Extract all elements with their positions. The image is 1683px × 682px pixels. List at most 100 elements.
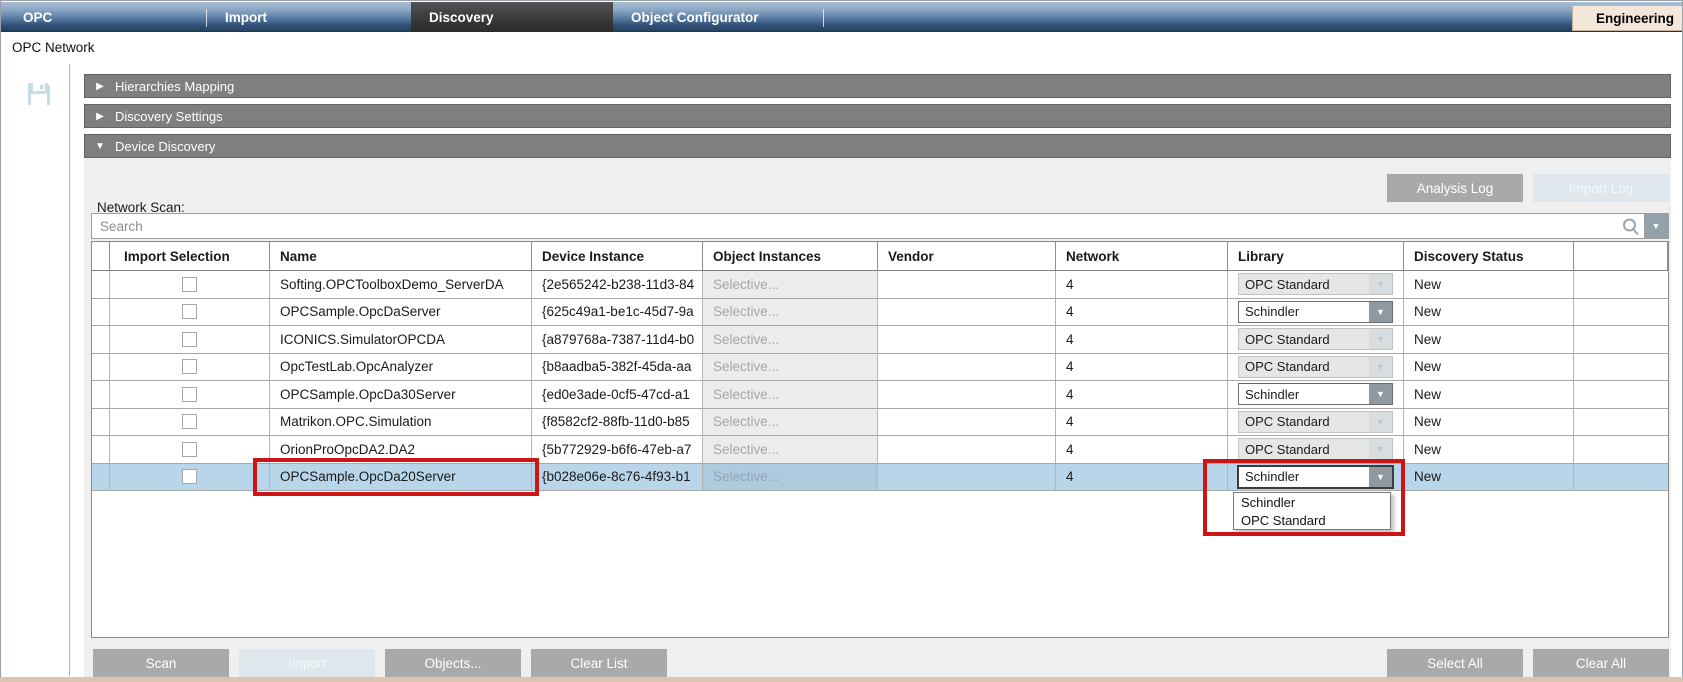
section-label: Hierarchies Mapping	[115, 79, 234, 94]
discovery-status-cell: New	[1404, 354, 1574, 381]
table-row[interactable]: OPCSample.OpcDa20Server{b028e06e-8c76-4f…	[92, 464, 1668, 492]
column-header-empty	[1574, 242, 1668, 270]
tab-object-configurator[interactable]: Object Configurator	[613, 2, 823, 32]
discovery-status-cell: New	[1404, 436, 1574, 463]
import-selection-checkbox[interactable]	[182, 359, 197, 374]
section-hierarchies-mapping[interactable]: ▶ Hierarchies Mapping	[84, 74, 1671, 98]
library-dropdown-option[interactable]: OPC Standard	[1234, 511, 1390, 529]
chevron-down-icon[interactable]: ▼	[1369, 302, 1392, 322]
table-row[interactable]: OPCSample.OpcDaServer{625c49a1-be1c-45d7…	[92, 299, 1668, 327]
object-instances-cell[interactable]: Selective...	[703, 381, 878, 408]
table-row[interactable]: OPCSample.OpcDa30Server{ed0e3ade-0cf5-47…	[92, 381, 1668, 409]
import-selection-cell	[110, 409, 270, 436]
save-button[interactable]	[24, 79, 56, 111]
table-row[interactable]: Softing.OPCToolboxDemo_ServerDA{2e565242…	[92, 271, 1668, 299]
import-selection-checkbox[interactable]	[182, 387, 197, 402]
column-header-vendor[interactable]: Vendor	[878, 242, 1056, 270]
object-instances-cell[interactable]: Selective...	[703, 271, 878, 298]
table-row[interactable]: OrionProOpcDA2.DA2{5b772929-b6f6-47eb-a7…	[92, 436, 1668, 464]
library-combobox[interactable]: OPC Standard▼	[1238, 411, 1393, 433]
object-instances-cell[interactable]: Selective...	[703, 299, 878, 326]
object-instances-cell[interactable]: Selective...	[703, 436, 878, 463]
import-selection-cell	[110, 271, 270, 298]
library-dropdown-option[interactable]: Schindler	[1234, 493, 1390, 511]
object-instances-cell[interactable]: Selective...	[703, 354, 878, 381]
tab-discovery[interactable]: Discovery	[411, 2, 613, 32]
page-title-row: OPC Network	[1, 32, 1682, 64]
column-header-network[interactable]: Network	[1056, 242, 1228, 270]
tab-opc[interactable]: OPC	[1, 2, 206, 32]
device-instance-cell: {ed0e3ade-0cf5-47cd-a1	[532, 381, 703, 408]
import-selection-checkbox[interactable]	[182, 469, 197, 484]
object-instances-cell[interactable]: Selective...	[703, 326, 878, 353]
empty-cell	[1574, 271, 1668, 298]
column-header-object-instances[interactable]: Object Instances	[703, 242, 878, 270]
column-header-name[interactable]: Name	[270, 242, 532, 270]
column-header-library[interactable]: Library	[1228, 242, 1404, 270]
clear-list-button[interactable]: Clear List	[531, 649, 667, 677]
import-selection-checkbox[interactable]	[182, 332, 197, 347]
chevron-down-icon[interactable]: ▼	[1369, 439, 1392, 459]
import-selection-cell	[110, 354, 270, 381]
empty-cell	[1574, 381, 1668, 408]
tab-engineering[interactable]: Engineering	[1572, 5, 1682, 31]
import-selection-checkbox[interactable]	[182, 442, 197, 457]
library-value: Schindler	[1239, 387, 1369, 402]
library-combobox[interactable]: Schindler▼	[1238, 383, 1393, 405]
row-gutter	[92, 271, 110, 298]
import-selection-cell	[110, 464, 270, 491]
name-cell: OPCSample.OpcDaServer	[270, 299, 532, 326]
search-filter-dropdown-button[interactable]: ▼	[1644, 214, 1668, 238]
import-selection-checkbox[interactable]	[182, 277, 197, 292]
expanded-arrow-icon: ▼	[85, 141, 115, 152]
vendor-cell	[878, 381, 1056, 408]
table-row[interactable]: Matrikon.OPC.Simulation{f8582cf2-88fb-11…	[92, 409, 1668, 437]
object-instances-cell[interactable]: Selective...	[703, 409, 878, 436]
search-input[interactable]	[92, 219, 1618, 234]
column-header-discovery-status[interactable]: Discovery Status	[1404, 242, 1574, 270]
device-instance-cell: {2e565242-b238-11d3-84	[532, 271, 703, 298]
device-table: Import Selection Name Device Instance Ob…	[91, 241, 1669, 638]
chevron-down-icon[interactable]: ▼	[1369, 467, 1392, 487]
table-row[interactable]: OpcTestLab.OpcAnalyzer{b8aadba5-382f-45d…	[92, 354, 1668, 382]
vendor-cell	[878, 354, 1056, 381]
select-all-button[interactable]: Select All	[1387, 649, 1523, 677]
column-header-import-selection[interactable]: Import Selection	[110, 242, 270, 270]
row-gutter	[92, 464, 110, 491]
library-combobox[interactable]: OPC Standard▼	[1238, 356, 1393, 378]
analysis-log-button[interactable]: Analysis Log	[1387, 174, 1523, 202]
network-cell: 4	[1056, 354, 1228, 381]
discovery-status-cell: New	[1404, 326, 1574, 353]
library-combobox[interactable]: OPC Standard▼	[1238, 438, 1393, 460]
library-value: OPC Standard	[1239, 414, 1369, 429]
tab-import[interactable]: Import	[207, 2, 411, 32]
import-selection-checkbox[interactable]	[182, 414, 197, 429]
library-combobox[interactable]: OPC Standard▼	[1238, 273, 1393, 295]
row-gutter	[92, 381, 110, 408]
chevron-down-icon[interactable]: ▼	[1369, 274, 1392, 294]
library-value: OPC Standard	[1239, 442, 1369, 457]
section-discovery-settings[interactable]: ▶ Discovery Settings	[84, 104, 1671, 128]
library-combobox[interactable]: Schindler▼	[1238, 466, 1393, 488]
chevron-down-icon[interactable]: ▼	[1369, 384, 1392, 404]
import-log-button[interactable]: Import Log	[1533, 174, 1669, 202]
discovery-status-cell: New	[1404, 299, 1574, 326]
table-row[interactable]: ICONICS.SimulatorOPCDA{a879768a-7387-11d…	[92, 326, 1668, 354]
clear-all-button[interactable]: Clear All	[1533, 649, 1669, 677]
vendor-cell	[878, 409, 1056, 436]
chevron-down-icon[interactable]: ▼	[1369, 357, 1392, 377]
network-cell: 4	[1056, 381, 1228, 408]
vertical-divider	[69, 64, 70, 676]
objects-button[interactable]: Objects...	[385, 649, 521, 677]
chevron-down-icon[interactable]: ▼	[1369, 412, 1392, 432]
library-combobox[interactable]: OPC Standard▼	[1238, 328, 1393, 350]
import-button[interactable]: Import	[239, 649, 375, 677]
import-selection-checkbox[interactable]	[182, 304, 197, 319]
chevron-down-icon[interactable]: ▼	[1369, 329, 1392, 349]
library-combobox[interactable]: Schindler▼	[1238, 301, 1393, 323]
column-header-device-instance[interactable]: Device Instance	[532, 242, 703, 270]
section-device-discovery[interactable]: ▼ Device Discovery	[84, 134, 1671, 158]
object-instances-cell[interactable]: Selective...	[703, 464, 878, 491]
scan-button[interactable]: Scan	[93, 649, 229, 677]
name-cell: OpcTestLab.OpcAnalyzer	[270, 354, 532, 381]
